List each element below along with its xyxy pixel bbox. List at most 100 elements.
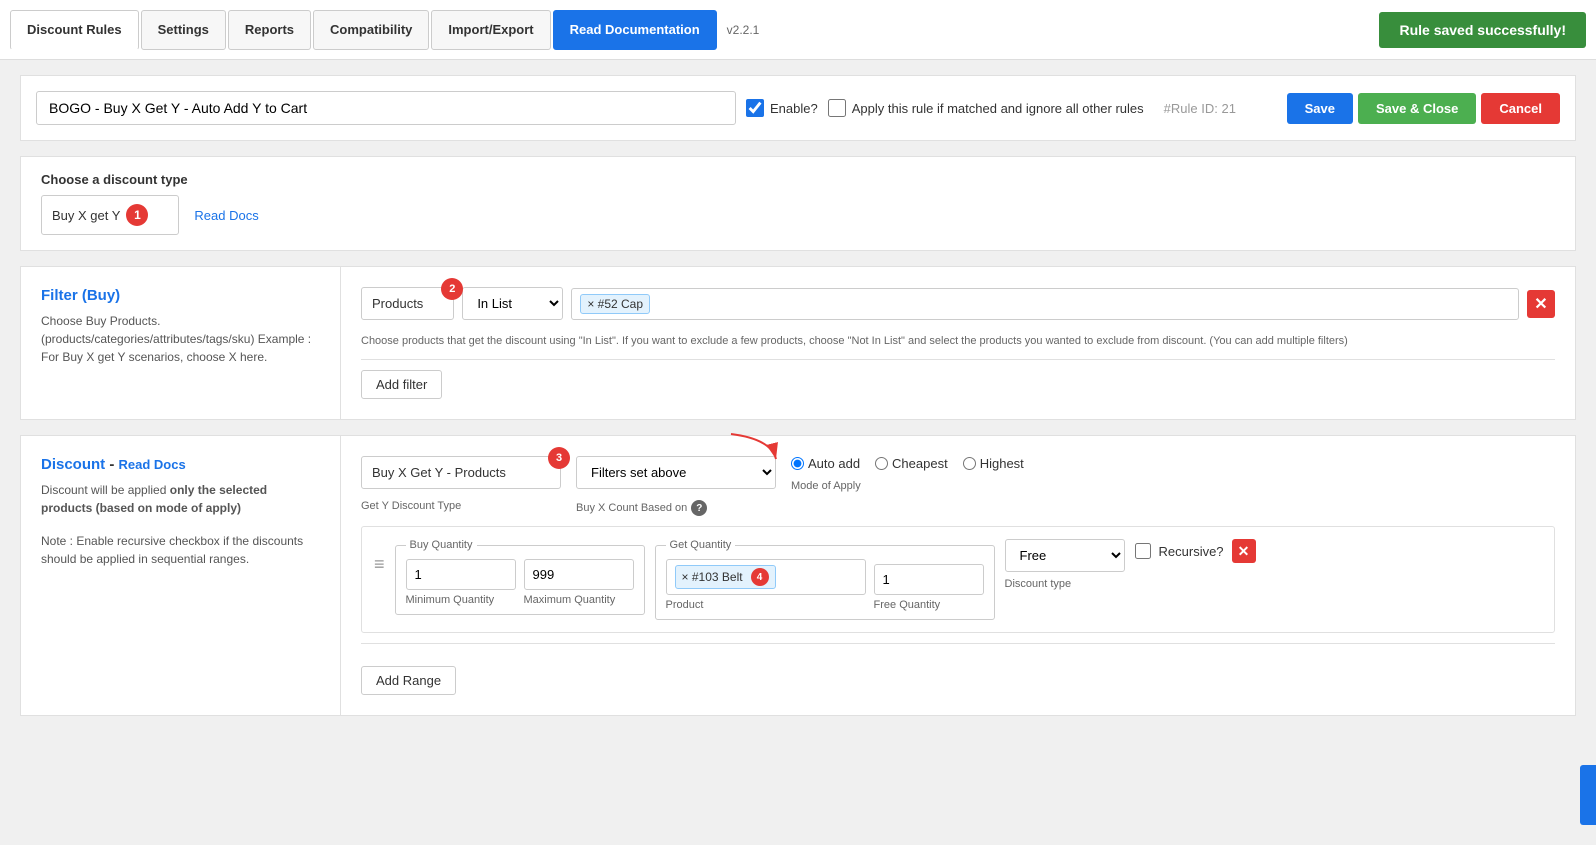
apply-rule-row: Apply this rule if matched and ignore al… [828,99,1144,117]
buy-quantity-group: Buy Quantity Minimum Quantity Maximum Qu… [395,539,645,615]
get-y-type-value: Buy X Get Y - Products [372,465,506,480]
discount-type-section: Choose a discount type Buy X get Y 1 Rea… [20,156,1576,251]
mode-auto-add-radio[interactable] [791,457,804,470]
buy-quantity-legend: Buy Quantity [406,539,477,551]
mode-auto-add-label[interactable]: Auto add [791,456,860,471]
step-4-badge: 4 [751,568,769,586]
filter-title: Filter (Buy) [41,287,320,304]
free-qty-input[interactable] [874,564,984,595]
get-product-group: × #103 Belt 4 Product [666,559,866,611]
discount-type-value: Buy X get Y [52,208,120,223]
discount-labels-row: Get Y Discount Type Buy X Count Based on… [361,500,1555,516]
enable-label: Enable? [770,101,818,116]
apply-rule-checkbox[interactable] [828,99,846,117]
main-content: Enable? Apply this rule if matched and i… [0,60,1596,746]
step-3-badge: 3 [548,447,570,469]
rule-saved-banner: Rule saved successfully! [1379,12,1586,48]
discount-right-panel: Buy X Get Y - Products 3 Filters set abo… [341,436,1575,715]
filter-clear-button[interactable]: ✕ [1527,290,1555,318]
tab-reports[interactable]: Reports [228,10,311,50]
filter-hint: Choose products that get the discount us… [361,335,1555,347]
get-qty-inner: × #103 Belt 4 Product Free Quantity [666,559,984,611]
filter-condition-select[interactable]: In List Not In List [462,287,563,320]
tab-settings[interactable]: Settings [141,10,226,50]
rule-id: #Rule ID: 21 [1164,101,1236,116]
discount-read-docs-link[interactable]: Read Docs [119,457,186,472]
top-navigation: Discount Rules Settings Reports Compatib… [0,0,1596,60]
filter-by-value: Products [372,296,423,311]
product-label: Product [666,599,866,611]
mode-row: Auto add Cheapest Highest [791,456,1024,471]
enable-row: Enable? [746,99,818,117]
get-y-type-dropdown[interactable]: Buy X Get Y - Products 3 [361,456,561,489]
min-qty-label: Minimum Quantity [406,594,516,606]
mode-cheapest-radio[interactable] [875,457,888,470]
read-docs-link[interactable]: Read Docs [194,208,258,223]
version-label: v2.2.1 [727,23,760,37]
discount-description: Discount will be applied only the select… [41,481,320,517]
tab-discount-rules[interactable]: Discount Rules [10,10,139,50]
range-row: ≡ Buy Quantity Minimum Quantity Max [361,526,1555,633]
get-y-discount-type-label: Get Y Discount Type [361,500,561,516]
filter-description: Choose Buy Products. (products/categorie… [41,312,320,366]
add-range-button[interactable]: Add Range [361,666,456,695]
mode-highest-radio[interactable] [963,457,976,470]
max-qty-input[interactable] [524,559,634,590]
mode-of-apply-label: Mode of Apply [791,480,1024,492]
buy-qty-pair: Minimum Quantity Maximum Quantity [406,559,634,606]
min-qty-group: Minimum Quantity [406,559,516,606]
rule-name-section: Enable? Apply this rule if matched and i… [20,75,1576,141]
enable-checkbox[interactable] [746,99,764,117]
discount-type-box: Buy X get Y 1 [41,195,179,235]
filter-left-panel: Filter (Buy) Choose Buy Products. (produ… [21,267,341,419]
recursive-checkbox[interactable] [1135,543,1151,559]
drag-handle[interactable]: ≡ [374,539,385,575]
get-product-tag: × #103 Belt 4 [675,565,776,589]
discount-type-row: Buy X get Y 1 Read Docs [41,195,1555,235]
get-product-input[interactable]: × #103 Belt 4 [666,559,866,595]
filter-row: Products 2 In List Not In List × #52 Cap… [361,287,1555,320]
discount-section: Discount - Read Docs Discount will be ap… [20,435,1576,716]
recursive-label: Recursive? [1159,544,1224,559]
tab-import-export[interactable]: Import/Export [431,10,550,50]
filter-by-dropdown[interactable]: Products 2 [361,287,454,320]
get-quantity-fieldset: Get Quantity × #103 Belt 4 Product [655,539,995,620]
info-icon[interactable]: ? [691,500,707,516]
discount-type-select[interactable]: Free [1005,539,1125,572]
apply-rule-label: Apply this rule if matched and ignore al… [852,101,1144,116]
cancel-button[interactable]: Cancel [1481,93,1560,124]
get-y-type-wrapper: Buy X Get Y - Products 3 [361,456,561,489]
discount-type-small-label: Discount type [1005,578,1072,590]
tab-compatibility[interactable]: Compatibility [313,10,429,50]
recursive-group: Recursive? ✕ [1135,539,1256,563]
mode-cheapest-label[interactable]: Cheapest [875,456,948,471]
filter-right-panel: Products 2 In List Not In List × #52 Cap… [341,267,1575,419]
save-button[interactable]: Save [1287,93,1353,124]
max-qty-group: Maximum Quantity [524,559,634,606]
get-quantity-legend: Get Quantity [666,539,736,551]
mode-section: Auto add Cheapest Highest Mode of Apply [791,456,1024,492]
buy-x-count-label: Buy X Count Based on ? [576,500,707,516]
recursive-row: Recursive? ✕ [1135,539,1256,563]
mode-highest-label[interactable]: Highest [963,456,1024,471]
min-qty-input[interactable] [406,559,516,590]
step-2-badge: 2 [441,278,463,300]
red-arrow [721,429,781,469]
discount-config-row: Buy X Get Y - Products 3 Filters set abo… [361,456,1555,492]
add-filter-button[interactable]: Add filter [361,370,442,399]
action-buttons: Save Save & Close Cancel [1287,93,1560,124]
buy-quantity-fieldset: Buy Quantity Minimum Quantity Maximum Qu… [395,539,645,615]
scrollbar-indicator[interactable] [1580,765,1596,825]
max-qty-label: Maximum Quantity [524,594,634,606]
get-quantity-group: Get Quantity × #103 Belt 4 Product [655,539,995,620]
free-qty-group: Free Quantity [874,564,984,611]
discount-note: Note : Enable recursive checkbox if the … [41,532,320,568]
step-1-badge: 1 [126,204,148,226]
tab-read-documentation[interactable]: Read Documentation [553,10,717,50]
filter-tag-1: × #52 Cap [580,294,650,314]
rule-name-input[interactable] [36,91,736,125]
save-close-button[interactable]: Save & Close [1358,93,1476,124]
delete-range-button[interactable]: ✕ [1232,539,1256,563]
filter-section: Filter (Buy) Choose Buy Products. (produ… [20,266,1576,420]
filter-tags-input[interactable]: × #52 Cap [571,288,1519,320]
